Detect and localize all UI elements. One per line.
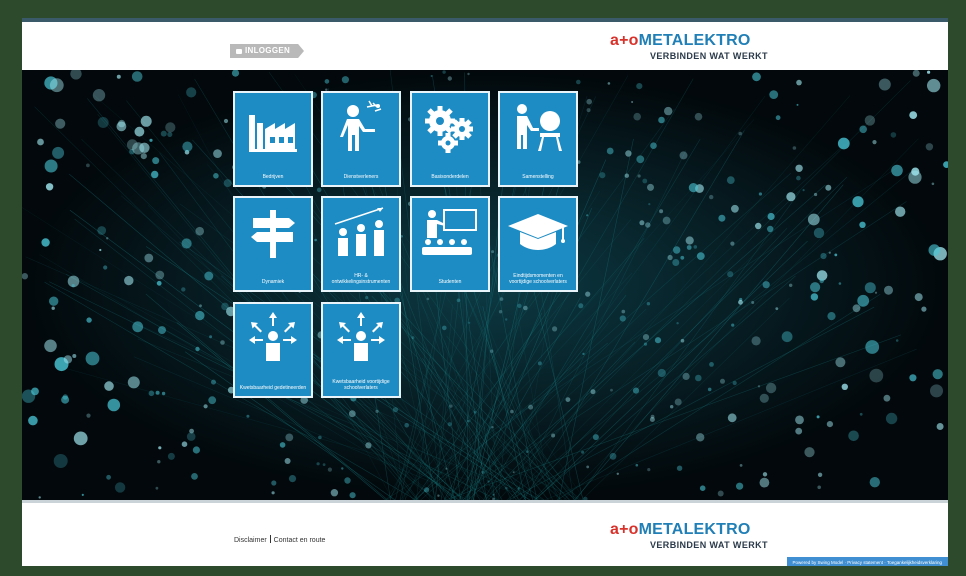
tile-label: HR- & ontwikkelingsinstrumenten bbox=[331, 273, 391, 285]
tile-samenstelling[interactable]: Samenstelling bbox=[498, 91, 578, 187]
tile-dienstverleners[interactable]: Dienstverleners bbox=[321, 91, 401, 187]
login-button-label: INLOGGEN bbox=[245, 46, 291, 55]
tile-label: Dienstverleners bbox=[343, 174, 379, 180]
tile-kwetsbaarheid-schoolverlaters[interactable]: Kwetsbaarheid voortijdige schoolverlater… bbox=[321, 302, 401, 398]
tile-bedrijven[interactable]: Bedrijven bbox=[233, 91, 313, 187]
lock-icon bbox=[236, 49, 242, 54]
person-arrows-icon bbox=[249, 312, 297, 361]
footer-logo[interactable]: a+oMETALEKTRO VERBINDEN WAT WERKT bbox=[610, 521, 768, 550]
tile-label: Bedrijven bbox=[262, 174, 284, 180]
tile-dynamiek[interactable]: Dynamiek bbox=[233, 196, 313, 292]
site-footer: Disclaimer Contact en route a+oMETALEKTRO… bbox=[22, 500, 948, 566]
footer-links: Disclaimer Contact en route bbox=[234, 535, 325, 544]
tile-label: Dynamiek bbox=[261, 279, 285, 285]
tile-label: Eindtijdsmomenten en voortijdige schoolv… bbox=[509, 273, 567, 285]
welder-icon bbox=[340, 100, 382, 151]
person-arrows-icon bbox=[337, 312, 385, 361]
graduation-cap-icon bbox=[508, 214, 568, 250]
tile-eindtijdsmomenten[interactable]: Eindtijdsmomenten en voortijdige schoolv… bbox=[498, 196, 578, 292]
classroom-icon bbox=[422, 209, 477, 255]
factory-icon bbox=[249, 115, 297, 152]
logo-name: METALEKTRO bbox=[638, 32, 751, 49]
disclaimer-link[interactable]: Disclaimer bbox=[234, 537, 267, 544]
contact-link[interactable]: Contact en route bbox=[274, 537, 326, 544]
tile-hr-ontwikkeling[interactable]: HR- & ontwikkelingsinstrumenten bbox=[321, 196, 401, 292]
tile-label: Samenstelling bbox=[522, 174, 554, 180]
signpost-icon bbox=[251, 210, 295, 258]
gears-icon bbox=[425, 106, 473, 153]
tile-label: Kwetsbaarheid gedetineerden bbox=[239, 385, 307, 391]
login-button[interactable]: INLOGGEN bbox=[230, 44, 304, 58]
tile-label: Kwetsbaarheid voortijdige schoolverlater… bbox=[332, 379, 390, 391]
worker-machine-icon bbox=[517, 104, 562, 151]
footer-logo-prefix: a+o bbox=[610, 521, 639, 538]
tile-label: Basisonderdelen bbox=[431, 174, 469, 180]
powered-by-bar[interactable]: Powered by Swing Model · Privacy stateme… bbox=[786, 557, 948, 566]
browser-page: INLOGGEN a+oMETALEKTRO VERBINDEN WAT WER… bbox=[22, 18, 948, 566]
tile-kwetsbaarheid-gedetineerden[interactable]: Kwetsbaarheid gedetineerden bbox=[233, 302, 313, 398]
footer-logo-tagline: VERBINDEN WAT WERKT bbox=[650, 540, 768, 550]
footer-separator bbox=[269, 535, 271, 543]
logo-prefix: a+o bbox=[610, 32, 639, 49]
header-logo[interactable]: a+oMETALEKTRO VERBINDEN WAT WERKT bbox=[610, 32, 768, 61]
tile-label: Studenten bbox=[438, 279, 462, 285]
footer-logo-name: METALEKTRO bbox=[638, 521, 751, 538]
logo-tagline: VERBINDEN WAT WERKT bbox=[650, 51, 768, 61]
growth-people-icon bbox=[334, 207, 384, 256]
tile-studenten[interactable]: Studenten bbox=[410, 196, 490, 292]
site-header: INLOGGEN a+oMETALEKTRO VERBINDEN WAT WER… bbox=[22, 18, 948, 74]
screenshot-frame: INLOGGEN a+oMETALEKTRO VERBINDEN WAT WER… bbox=[0, 0, 966, 576]
tile-basisonderdelen[interactable]: Basisonderdelen bbox=[410, 91, 490, 187]
